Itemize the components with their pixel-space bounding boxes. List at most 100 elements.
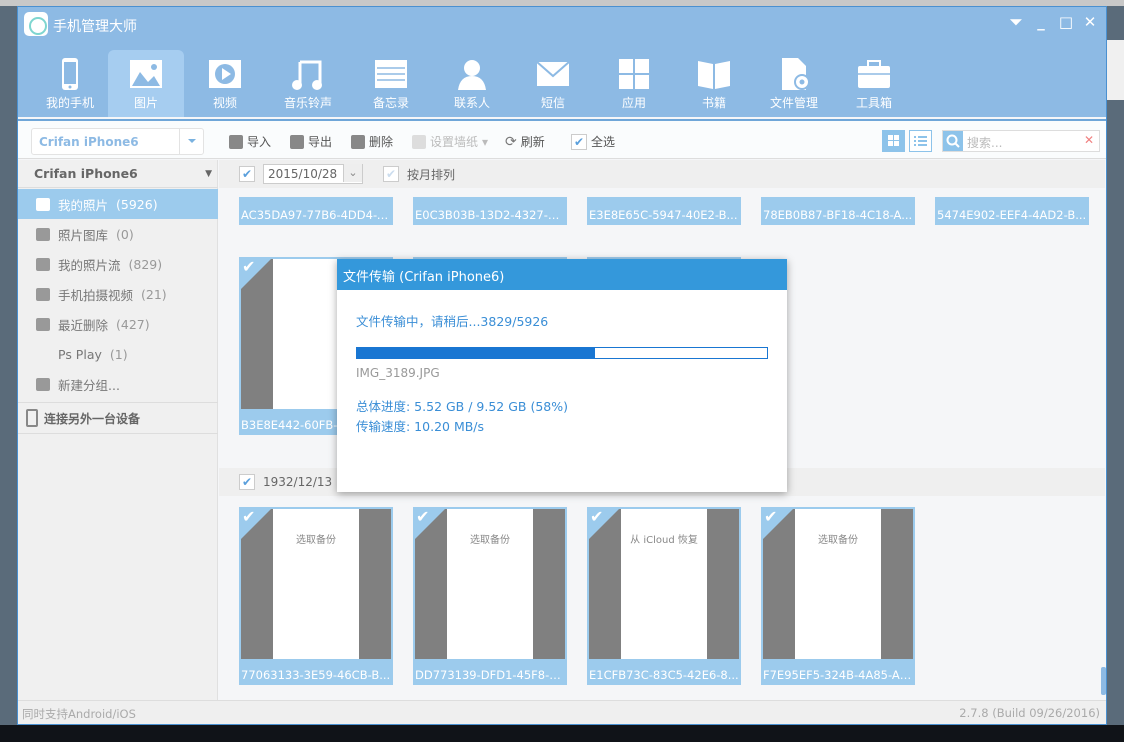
check-icon[interactable]: ✔ [590, 507, 603, 526]
nav-5[interactable]: 联系人 [434, 50, 510, 117]
delete-button[interactable]: 删除 [351, 133, 393, 150]
check-icon[interactable]: ✔ [242, 507, 255, 526]
photo-thumbnail[interactable]: 选取备份 ✔ 77063133-3E59-46CB-B... [239, 507, 393, 685]
import-label: 导入 [247, 135, 272, 149]
import-button[interactable]: 导入 [229, 133, 271, 150]
export-label: 导出 [308, 135, 333, 149]
trash-icon [36, 317, 50, 331]
photo-thumbnail[interactable]: 从 iCloud 恢复 ✔ E1CFB73C-83C5-42E6-8... [587, 507, 741, 685]
minimize-button[interactable]: _ [1031, 13, 1051, 31]
sidebar-item-label: 照片图库 [58, 227, 109, 243]
toolbox-icon [858, 60, 890, 88]
screenshot-title: 从 iCloud 恢复 [630, 535, 698, 546]
photo-thumbnail[interactable]: 78EB0B87-BF18-4C18-A... [761, 197, 915, 225]
background-window [1107, 40, 1124, 100]
music-icon [292, 60, 322, 90]
list-view-button[interactable] [909, 130, 932, 152]
app-logo-icon [24, 12, 48, 36]
file-transfer-dialog: 文件传输 (Crifan iPhone6) 文件传输中，请稍后...3829/5… [337, 259, 787, 492]
sidebar-item[interactable]: 我的照片流 (829) [18, 249, 218, 279]
check-icon[interactable]: ✔ [242, 257, 255, 276]
toolbar: Crifan iPhone6 导入 导出 删除 设置墙纸 ▾ ⟳ 刷新 ✔ 全选 搜索… [18, 119, 1106, 159]
progress-fill [357, 348, 595, 358]
close-button[interactable]: ✕ [1080, 13, 1100, 31]
set-wallpaper-button[interactable]: 设置墙纸 ▾ [412, 133, 488, 150]
select-all-checkbox[interactable]: ✔ 全选 [571, 133, 615, 150]
photo-thumbnail[interactable]: E3E8E65C-5947-40E2-B... [587, 197, 741, 225]
sort-by-month-checkbox[interactable]: ✔ [383, 166, 399, 182]
nav-4[interactable]: 备忘录 [353, 50, 429, 117]
thumbnail-caption: F7E95EF5-324B-4A85-A2... [763, 668, 913, 682]
maximize-button[interactable]: □ [1056, 13, 1076, 31]
file-manager-icon [782, 58, 810, 90]
photo-thumbnail[interactable]: 选取备份 ✔ DD773139-DFD1-45F8-9... [413, 507, 567, 685]
nav-1[interactable]: 图片 [108, 50, 184, 117]
caret-down-icon: ▼ [205, 168, 212, 179]
group-checkbox[interactable]: ✔ [239, 166, 255, 182]
export-button[interactable]: 导出 [290, 133, 332, 150]
connect-label: 连接另外一台设备 [44, 411, 141, 426]
nav-9[interactable]: 文件管理 [756, 50, 832, 117]
grid-icon [888, 135, 899, 146]
group-checkbox[interactable]: ✔ [239, 474, 255, 490]
check-icon[interactable]: ✔ [416, 507, 429, 526]
nav-7[interactable]: 应用 [596, 50, 672, 117]
dialog-title: 文件传输 (Crifan iPhone6) [337, 259, 787, 290]
check-icon[interactable]: ✔ [764, 507, 777, 526]
device-select[interactable]: Crifan iPhone6 [31, 128, 204, 155]
sidebar-item-label: 手机拍摄视频 [58, 287, 134, 303]
date-select[interactable]: 2015/10/28 [263, 164, 363, 184]
photo-thumbnail[interactable]: 5474E902-EEF4-4AD2-B... [935, 197, 1089, 225]
nav-label: 备忘录 [372, 96, 409, 110]
sidebar-item[interactable]: 我的照片 (5926) [18, 189, 218, 219]
photo-thumbnail[interactable]: E0C3B03B-13D2-4327-8... [413, 197, 567, 225]
menu-icon[interactable]: ⏷ [1006, 13, 1026, 31]
sidebar-item[interactable]: 新建分组... [18, 369, 218, 399]
nav-2[interactable]: 视频 [187, 50, 263, 117]
thumbnail-caption: E0C3B03B-13D2-4327-8... [415, 208, 565, 222]
nav-6[interactable]: 短信 [515, 50, 591, 117]
scrollbar[interactable] [1101, 667, 1106, 695]
book-icon [698, 61, 730, 89]
video-icon [209, 60, 241, 88]
search-placeholder: 搜索... [967, 136, 1003, 150]
title-bar: 手机管理大师 ⏷ _ □ ✕ 我的手机 图片 视频 音乐铃声 备忘录 联系人 短信 应用 书籍 文… [18, 7, 1106, 117]
photo-library-icon [36, 227, 50, 241]
import-icon [229, 134, 243, 149]
message-icon [536, 61, 570, 86]
photo-thumbnail[interactable]: AC35DA97-77B6-4DD4-B... [239, 197, 393, 225]
device-header[interactable]: Crifan iPhone6 ▼ [18, 160, 218, 188]
picture-icon [130, 60, 162, 88]
sidebar-item-count: (427) [116, 316, 150, 332]
sidebar-item[interactable]: 照片图库 (0) [18, 219, 218, 249]
sidebar-item[interactable]: 最近删除 (427) [18, 309, 218, 339]
search-input[interactable]: 搜索... ✕ [942, 130, 1100, 152]
nav-8[interactable]: 书籍 [676, 50, 752, 117]
current-file: IMG_3189.JPG [356, 366, 440, 380]
refresh-label: 刷新 [520, 135, 545, 149]
select-all-label: 全选 [591, 135, 616, 149]
nav-3[interactable]: 音乐铃声 [270, 50, 346, 117]
nav-0[interactable]: 我的手机 [32, 50, 108, 117]
phone-connect-icon [26, 409, 38, 427]
wallpaper-label: 设置墙纸 [430, 135, 479, 149]
nav-10[interactable]: 工具箱 [836, 50, 912, 117]
sidebar-item[interactable]: 手机拍摄视频 (21) [18, 279, 218, 309]
connect-another-device[interactable]: 连接另外一台设备 [18, 402, 218, 434]
sort-by-month-label: 按月排列 [407, 167, 456, 182]
video-camera-icon [36, 287, 50, 301]
chevron-down-icon [179, 129, 203, 154]
sidebar-item-label: 我的照片 [58, 197, 109, 213]
memo-icon [375, 60, 407, 88]
photo-thumbnail[interactable]: 选取备份 ✔ F7E95EF5-324B-4A85-A2... [761, 507, 915, 685]
nav-label: 短信 [540, 96, 565, 110]
screenshot-title: 选取备份 [470, 535, 510, 546]
sidebar-item[interactable]: Ps Play (1) [18, 339, 218, 369]
refresh-button[interactable]: ⟳ 刷新 [505, 133, 545, 150]
transfer-message: 文件传输中，请稍后...3829/5926 [356, 314, 549, 329]
checkbox-icon: ✔ [571, 133, 587, 150]
clear-icon[interactable]: ✕ [1084, 133, 1094, 147]
grid-view-button[interactable] [882, 130, 905, 152]
search-icon [943, 131, 963, 151]
nav-label: 联系人 [453, 96, 490, 110]
